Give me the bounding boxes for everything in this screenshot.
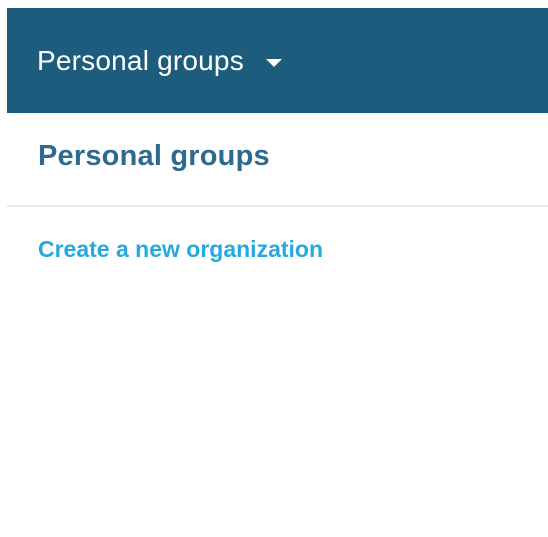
divider xyxy=(7,205,548,207)
page: Personal groups Personal groups Create a… xyxy=(0,0,548,537)
group-switcher-label: Personal groups xyxy=(37,44,244,76)
group-switcher-dropdown[interactable]: Personal groups xyxy=(7,8,548,113)
page-title: Personal groups xyxy=(38,140,270,172)
caret-down-icon xyxy=(265,58,282,67)
create-organization-link[interactable]: Create a new organization xyxy=(38,236,323,263)
